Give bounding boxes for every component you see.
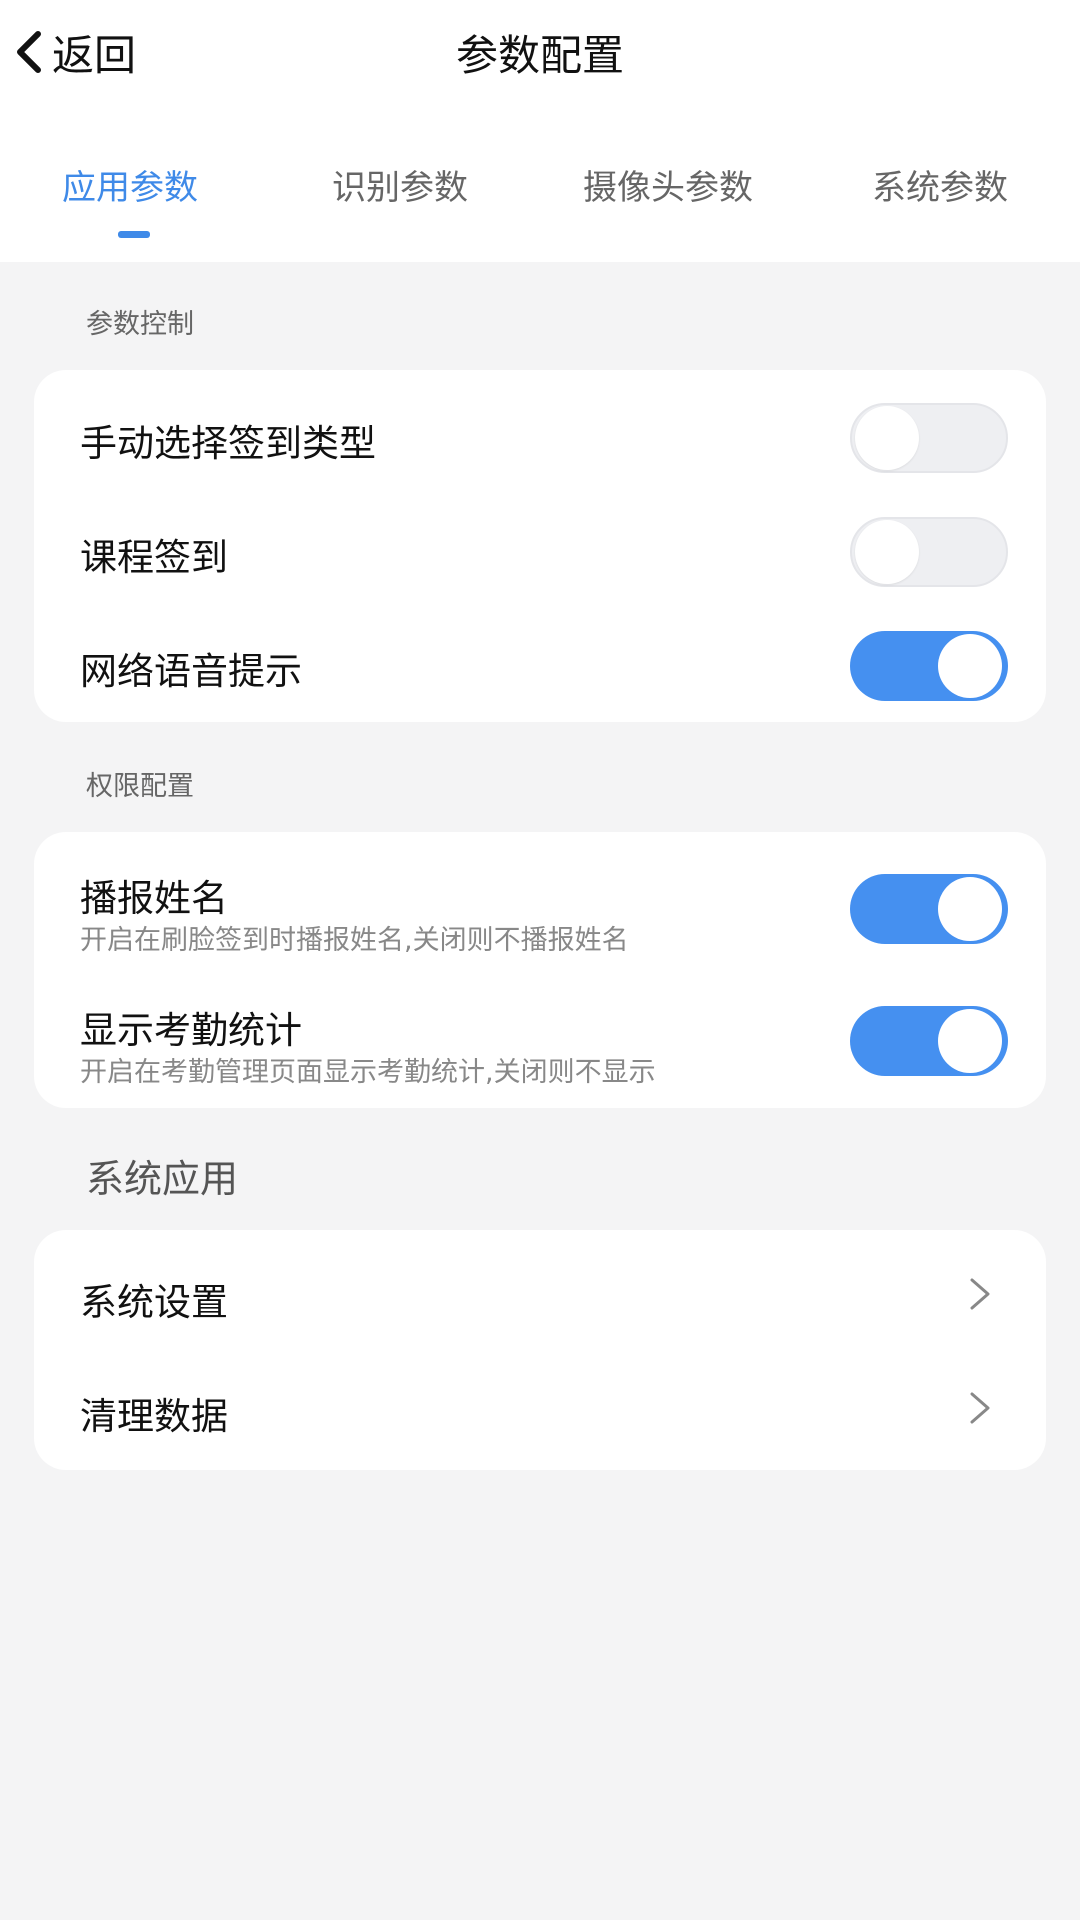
network-voice-prompt-toggle[interactable] [850, 631, 1008, 701]
setting-row: 手动选择签到类型 [34, 370, 1046, 484]
course-checkin-toggle[interactable] [850, 517, 1008, 587]
chevron-right-icon [964, 1388, 994, 1432]
show-attendance-stats-toggle[interactable] [850, 1006, 1008, 1076]
section-label-param-control: 参数控制 [86, 309, 194, 340]
page-title: 参数配置 [455, 31, 624, 80]
tab-system-params[interactable]: 系统参数 [872, 160, 1008, 209]
permission-card: 播报姓名 开启在刷脸签到时播报姓名,关闭则不播报姓名 显示考勤统计 开启在考勤管… [34, 832, 1046, 1108]
section-label-system-apps: 系统应用 [86, 1157, 239, 1201]
toggle-knob [938, 1009, 1002, 1073]
setting-description: 开启在刷脸签到时播报姓名,关闭则不播报姓名 [80, 925, 629, 956]
setting-row: 显示考勤统计 开启在考勤管理页面显示考勤统计,关闭则不显示 [34, 964, 1046, 1096]
manual-checkin-type-toggle[interactable] [850, 403, 1008, 473]
setting-title: 清理数据 [80, 1395, 228, 1438]
setting-title: 显示考勤统计 [80, 1009, 302, 1052]
tab-bar: 应用参数 识别参数 摄像头参数 系统参数 [0, 160, 1080, 260]
tab-app-params[interactable]: 应用参数 [62, 160, 198, 209]
top-bar: 返回 参数配置 应用参数 识别参数 摄像头参数 系统参数 [0, 0, 1080, 262]
setting-title: 手动选择签到类型 [80, 422, 376, 465]
chevron-right-icon [964, 1274, 994, 1318]
tab-camera-params[interactable]: 摄像头参数 [583, 160, 753, 209]
setting-title: 系统设置 [80, 1281, 228, 1324]
system-apps-card: 系统设置 清理数据 [34, 1230, 1046, 1470]
setting-title: 网络语音提示 [80, 650, 302, 693]
toggle-knob [855, 406, 919, 470]
setting-row: 网络语音提示 [34, 598, 1046, 712]
toggle-knob [938, 877, 1002, 941]
section-label-permission: 权限配置 [86, 771, 194, 802]
setting-row: 课程签到 [34, 484, 1046, 598]
setting-description: 开启在考勤管理页面显示考勤统计,关闭则不显示 [80, 1057, 656, 1088]
tab-recognition-params[interactable]: 识别参数 [332, 160, 468, 209]
toggle-knob [855, 520, 919, 584]
setting-title: 课程签到 [80, 536, 228, 579]
system-settings-row[interactable]: 系统设置 [34, 1230, 1046, 1346]
param-control-card: 手动选择签到类型 课程签到 网络语音提示 [34, 370, 1046, 722]
active-tab-indicator [118, 231, 150, 238]
setting-row: 播报姓名 开启在刷脸签到时播报姓名,关闭则不播报姓名 [34, 832, 1046, 964]
announce-name-toggle[interactable] [850, 874, 1008, 944]
setting-title: 播报姓名 [80, 877, 228, 920]
toggle-knob [938, 634, 1002, 698]
clear-data-row[interactable]: 清理数据 [34, 1346, 1046, 1462]
